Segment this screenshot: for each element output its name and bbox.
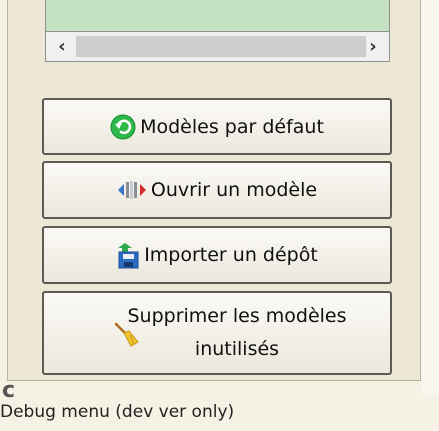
- scrollbar-thumb[interactable]: [76, 36, 366, 57]
- import-repo-button[interactable]: Importer un dépôt: [42, 226, 392, 284]
- open-model-label: Ouvrir un modèle: [150, 179, 318, 201]
- open-model-icon: [117, 179, 147, 201]
- green-undo-icon: [110, 114, 136, 140]
- scroll-right-arrow-icon[interactable]: ›: [359, 32, 387, 61]
- broom-icon: [114, 322, 140, 348]
- import-repo-label: Importer un dépôt: [144, 244, 318, 266]
- window-edge: [421, 0, 439, 395]
- scroll-left-arrow-icon[interactable]: ‹: [48, 32, 76, 61]
- import-save-icon: [116, 241, 140, 269]
- open-model-button[interactable]: Ouvrir un modèle: [42, 161, 392, 219]
- default-models-label: Modèles par défaut: [140, 115, 324, 138]
- default-models-button[interactable]: Modèles par défaut: [42, 98, 392, 155]
- model-list[interactable]: [45, 0, 390, 31]
- remove-unused-models-label: Supprimer les modèles inutilisés: [127, 305, 347, 360]
- remove-unused-models-button[interactable]: Supprimer les modèles inutilisés: [42, 291, 392, 375]
- horizontal-scrollbar[interactable]: ‹ ›: [45, 31, 390, 62]
- truncated-menu-glyph: c: [2, 378, 16, 403]
- debug-menu-link[interactable]: Debug menu (dev ver only): [0, 402, 234, 422]
